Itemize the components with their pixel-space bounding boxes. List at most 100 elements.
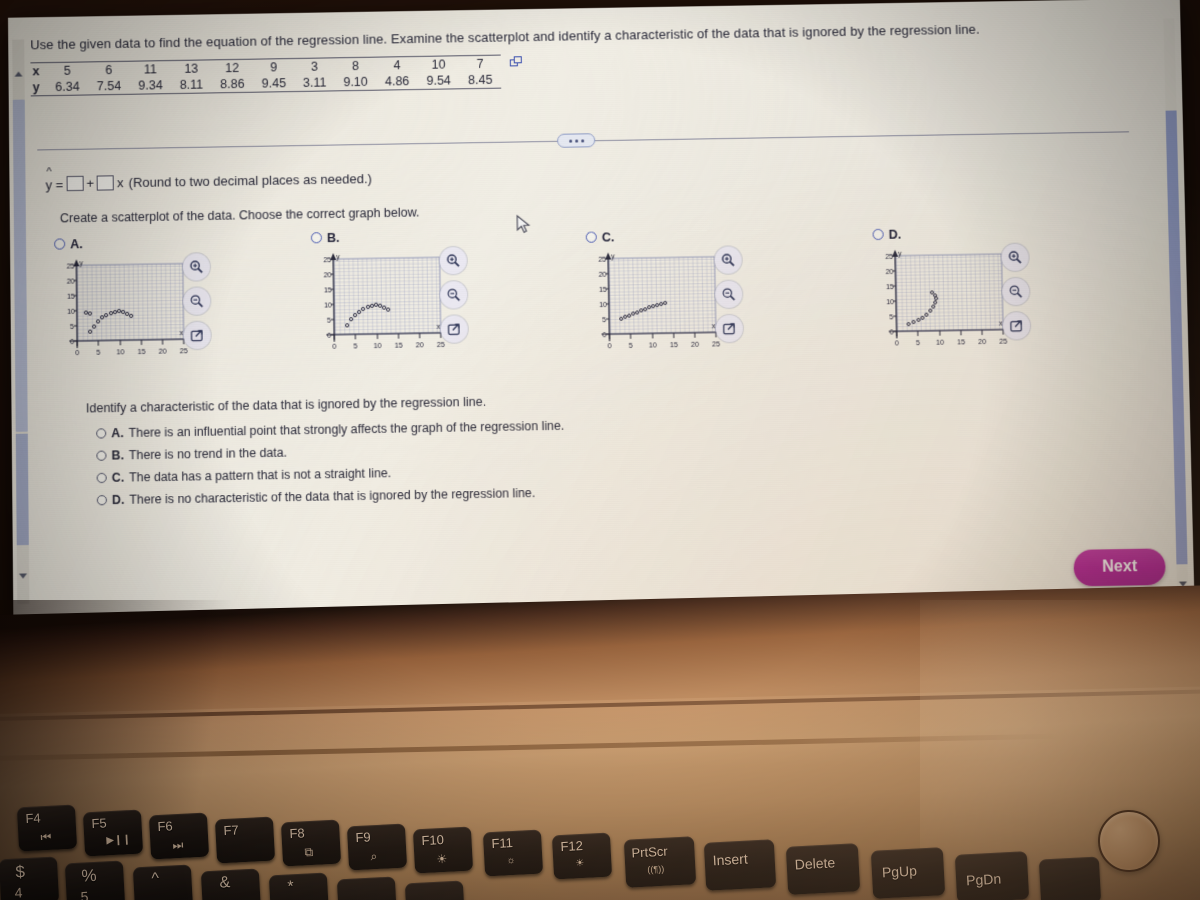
key-delete[interactable]: Delete [785, 843, 861, 895]
svg-text:15: 15 [670, 342, 678, 349]
cell-y-0: 6.34 [55, 79, 80, 95]
intercept-input[interactable] [66, 175, 84, 192]
right-scrollbar-thumb[interactable] [1165, 110, 1188, 565]
key-insert[interactable]: Insert [703, 839, 777, 891]
next-button[interactable]: Next [1073, 548, 1166, 587]
cell-x-2: 11 [143, 62, 157, 77]
graph-a-tools [182, 253, 214, 356]
zoom-in-icon[interactable] [714, 246, 742, 274]
key-pgdn[interactable]: PgDn [954, 851, 1030, 900]
key-5-digit: 5 [80, 888, 89, 900]
slope-input[interactable] [96, 175, 115, 191]
radio-answer-d[interactable] [96, 495, 107, 506]
graph-option-d[interactable]: D. y x 0 5 10 15 20 25 0 5 10 15 20 25 [872, 226, 1031, 354]
key-f12[interactable]: F12 ☀ [551, 832, 613, 880]
zoom-out-icon[interactable] [714, 280, 743, 309]
svg-text:0: 0 [602, 332, 606, 339]
svg-text:5: 5 [354, 343, 358, 350]
key-8[interactable]: * [268, 872, 330, 900]
left-scrollbar-thumb-secondary[interactable] [15, 433, 29, 546]
open-popup-icon[interactable] [183, 321, 211, 350]
answer-choice-b[interactable]: B. There is no trend in the data. [96, 441, 564, 463]
key-5[interactable]: % 5 [64, 860, 126, 900]
open-popup-icon[interactable] [440, 315, 468, 343]
radio-option-b[interactable] [310, 232, 323, 244]
key-f5[interactable]: F5 ▶❙❙ [82, 809, 144, 857]
mouse-cursor-icon [516, 215, 532, 238]
open-popup-icon[interactable] [715, 314, 744, 343]
svg-text:20: 20 [691, 342, 699, 349]
svg-text:15: 15 [395, 343, 403, 350]
key-prtscr-label: PrtScr [631, 843, 668, 861]
svg-text:y: y [611, 253, 615, 260]
answer-choices: A. There is an influential point that str… [96, 419, 565, 516]
scroll-down-icon[interactable] [19, 573, 28, 579]
key-f12-label: F12 [560, 837, 584, 855]
answer-d-text: There is no characteristic of the data t… [129, 485, 536, 507]
answer-a-text: There is an influential point that stron… [128, 418, 565, 441]
answer-choice-a[interactable]: A. There is an influential point that str… [96, 419, 564, 441]
scroll-up-icon[interactable] [14, 71, 23, 77]
key-pgdn-label: PgDn [965, 870, 1002, 889]
key-f9-sub: ⌕ [370, 849, 378, 864]
cell-y-5: 9.45 [261, 76, 287, 91]
key-f11[interactable]: F11 ☼ [482, 829, 544, 877]
left-scrollbar-thumb[interactable] [12, 99, 28, 432]
cell-y-1: 7.54 [96, 78, 122, 94]
graph-option-c[interactable]: C. y x 0 5 10 15 20 25 0 5 10 15 20 25 [585, 228, 744, 356]
copy-data-icon[interactable] [509, 56, 523, 68]
radio-option-d[interactable] [872, 228, 884, 241]
svg-text:5: 5 [916, 340, 920, 347]
key-f7[interactable]: F7 [214, 816, 276, 864]
radio-option-a[interactable] [54, 238, 66, 250]
svg-text:y: y [336, 254, 340, 261]
rounding-note: (Round to two decimal places as needed.) [128, 171, 373, 191]
key-4-symbol: $ [15, 862, 26, 882]
zoom-out-icon[interactable] [1001, 277, 1030, 306]
svg-text:10: 10 [117, 349, 125, 356]
cell-x-8: 4 [393, 58, 401, 73]
svg-text:20: 20 [324, 272, 332, 279]
homework-page: Use the given data to find the equation … [8, 0, 1195, 623]
regression-equation-line: y = + x (Round to two decimal places as … [45, 170, 373, 192]
radio-option-c[interactable] [585, 231, 597, 243]
zoom-in-icon[interactable] [182, 253, 211, 281]
zoom-in-icon[interactable] [1001, 243, 1029, 272]
row-label-y: y [32, 80, 40, 95]
svg-text:5: 5 [889, 314, 893, 321]
key-f8[interactable]: F8 ⧉ [280, 819, 342, 867]
key-4-digit: 4 [14, 884, 23, 900]
open-popup-icon[interactable] [1002, 311, 1031, 340]
laptop-screen: Use the given data to find the equation … [8, 0, 1195, 623]
zoom-in-icon[interactable] [439, 246, 467, 275]
key-f6[interactable]: F6 ⏭ [148, 812, 210, 860]
key-4[interactable]: $ 4 [0, 856, 60, 900]
key-f4[interactable]: F4 ⏮ [16, 804, 78, 852]
key-prtscr[interactable]: PrtScr ((¶)) [623, 836, 697, 888]
svg-text:10: 10 [649, 342, 657, 349]
answer-choice-d[interactable]: D. There is no characteristic of the data… [96, 485, 566, 507]
data-table: x 5 6 11 13 12 9 3 8 4 10 7 y 6.34 7.54 … [30, 55, 522, 97]
key-end[interactable] [1038, 856, 1102, 900]
option-a-label: A. [70, 237, 83, 252]
radio-answer-a[interactable] [96, 428, 107, 439]
expand-ellipsis-button[interactable] [557, 133, 596, 148]
radio-answer-c[interactable] [96, 472, 107, 484]
graph-option-a[interactable]: A. y x 0 5 10 15 20 25 0 5 10 15 20 25 [54, 235, 211, 363]
key-0[interactable] [404, 880, 466, 900]
key-f10[interactable]: F10 ☀ [412, 826, 474, 874]
zoom-out-icon[interactable] [183, 287, 211, 315]
key-7[interactable]: & [200, 868, 262, 900]
left-scrollbar[interactable] [12, 39, 30, 605]
key-f9[interactable]: F9 ⌕ [346, 823, 408, 871]
graph-option-b[interactable]: B. y x 0 5 10 15 20 25 0 5 10 15 20 25 [310, 229, 468, 357]
key-pgup[interactable]: PgUp [870, 847, 946, 899]
key-9[interactable] [336, 876, 398, 900]
key-f8-sub: ⧉ [304, 844, 314, 860]
zoom-out-icon[interactable] [439, 281, 468, 309]
key-6[interactable]: ^ [132, 864, 194, 900]
radio-answer-b[interactable] [96, 450, 107, 461]
svg-text:0: 0 [608, 343, 612, 350]
answer-choice-c[interactable]: C. The data has a pattern that is not a s… [96, 463, 565, 485]
scatterplot-subprompt: Create a scatterplot of the data. Choose… [59, 205, 420, 226]
